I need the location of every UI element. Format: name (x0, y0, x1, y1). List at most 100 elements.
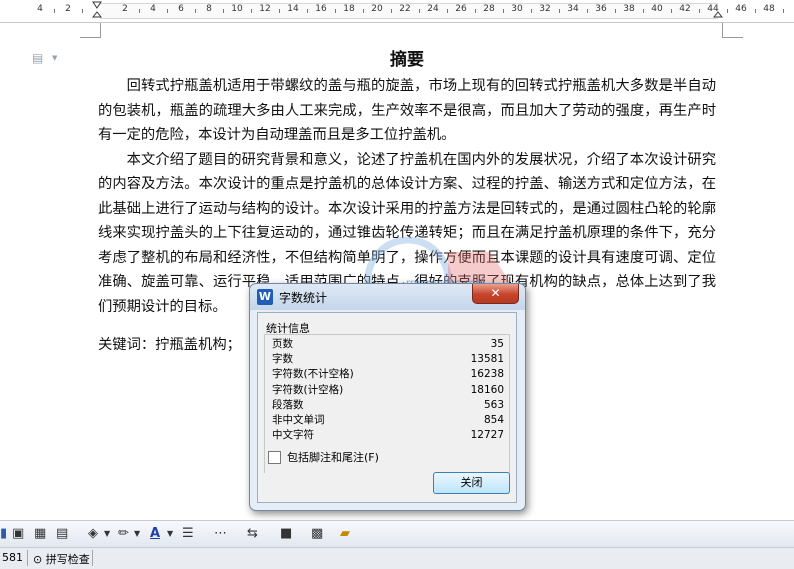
ruler-tick (727, 9, 728, 13)
stat-value: 16238 (470, 368, 504, 381)
stat-value: 18160 (470, 383, 504, 396)
stat-value: 13581 (470, 353, 504, 366)
picture-icon[interactable]: ▮ (0, 525, 7, 543)
ruler-tick (223, 9, 224, 13)
ruler-tick (251, 9, 252, 13)
stat-row: 字符数(计空格) 18160 (272, 383, 504, 398)
stat-value: 854 (483, 413, 504, 426)
word-count-status[interactable]: 581 (2, 551, 23, 564)
stat-row: 中文字符 12727 (272, 428, 504, 443)
ruler-number: 2 (65, 4, 71, 14)
ruler-number: 18 (343, 4, 355, 14)
ruler-tick (587, 9, 588, 13)
ruler-number: 34 (567, 4, 579, 14)
stat-value: 12727 (470, 429, 504, 442)
ruler-number: 48 (763, 4, 775, 14)
shadow-icon[interactable]: ■ (280, 525, 292, 543)
ruler-tick (279, 9, 280, 13)
chevron-down-icon[interactable]: ▼ (167, 525, 173, 543)
ruler-tick (531, 9, 532, 13)
3d-icon[interactable]: ▩ (311, 525, 323, 543)
ruler-tick (615, 9, 616, 13)
stats-list: 页数 35 字数 13581 字符数(不计空格) 16238 字符数(计空格) 1816… (272, 337, 504, 443)
ruler-number: 2 (122, 4, 128, 14)
status-bar: 581 ⊙ 拼写检查 (0, 547, 794, 569)
ruler-tick (559, 9, 560, 13)
chevron-down-icon[interactable]: ▼ (52, 54, 57, 62)
ruler-tick (307, 9, 308, 13)
include-footnotes-checkbox[interactable] (268, 450, 281, 464)
ruler-number: 42 (679, 4, 691, 14)
stat-label: 页数 (272, 338, 293, 350)
ruler-tick (82, 9, 83, 13)
ruler-tick (699, 9, 700, 13)
horizontal-ruler[interactable]: 4 2 2 4 6 8 10 12 14 16 18 20 22 24 26 28 30 32 34 36 38 40 42… (0, 0, 794, 23)
ruler-number: 36 (595, 4, 607, 14)
stat-label: 字数 (272, 353, 293, 366)
ruler-number: 30 (511, 4, 523, 14)
include-footnotes-option[interactable]: 包括脚注和尾注(F) (268, 449, 379, 465)
chevron-down-icon[interactable]: ▼ (134, 525, 140, 543)
dialog-titlebar[interactable]: W 字数统计 ✕ (250, 284, 525, 310)
ruler-tick (195, 9, 196, 13)
stat-value: 563 (483, 398, 504, 411)
ruler-tick (475, 9, 476, 13)
line-color-icon[interactable]: ✏ (118, 525, 129, 543)
ruler-number: 22 (399, 4, 411, 14)
close-button[interactable]: 关闭 (433, 472, 510, 494)
ruler-number: 10 (231, 4, 243, 14)
ruler-tick (167, 9, 168, 13)
right-indent-marker[interactable] (713, 1, 723, 20)
include-footnotes-label: 包括脚注和尾注(F) (287, 451, 379, 464)
ruler-number: 12 (259, 4, 271, 14)
ruler-number: 16 (315, 4, 327, 14)
ruler-number: 6 (178, 4, 184, 14)
ruler-tick (503, 9, 504, 13)
margin-corner-left (80, 23, 101, 38)
select-objects-icon[interactable]: ▰ (340, 525, 350, 543)
close-icon[interactable]: ✕ (472, 284, 519, 304)
divider (27, 550, 28, 566)
wps-app-icon: W (257, 289, 273, 305)
ruler-number: 26 (455, 4, 467, 14)
abstract-paragraph-1: 回转式拧瓶盖机适用于带螺纹的盖与瓶的旋盖，市场上现有的回转式拧瓶盖机大多数是半自… (98, 78, 716, 143)
ruler-number: 40 (651, 4, 663, 14)
insert-image-icon[interactable]: ▣ (12, 525, 24, 543)
textbox-icon[interactable]: ▤ (56, 525, 68, 543)
stat-label: 段落数 (272, 398, 304, 411)
arrow-style-icon[interactable]: ⇆ (247, 525, 258, 543)
font-color-icon[interactable]: A (150, 525, 160, 543)
dialog-body: 统计信息 页数 35 字数 13581 字符数(不计空格) 16238 字符数(计空格… (257, 312, 517, 503)
ruler-number: 46 (735, 4, 747, 14)
fill-color-icon[interactable]: ◈ (88, 525, 98, 543)
chevron-down-icon[interactable]: ▼ (104, 525, 110, 543)
ruler-tick (671, 9, 672, 13)
image-landscape-icon[interactable]: ▦ (34, 525, 46, 543)
ruler-tick (363, 9, 364, 13)
first-line-indent-marker[interactable] (92, 1, 102, 20)
ruler-tick (447, 9, 448, 13)
ruler-tick (54, 9, 55, 13)
ruler-number: 14 (287, 4, 299, 14)
spell-check-status[interactable]: ⊙ 拼写检查 (33, 551, 90, 567)
ruler-tick (139, 9, 140, 13)
page-title: 摘要 (390, 50, 424, 70)
ruler-number: 28 (483, 4, 495, 14)
dialog-title: 字数统计 (279, 291, 328, 305)
ruler-number: 20 (371, 4, 383, 14)
line-style-icon[interactable]: ☰ (182, 525, 194, 543)
stat-row: 段落数 563 (272, 398, 504, 413)
stat-row: 字符数(不计空格) 16238 (272, 367, 504, 382)
dash-style-icon[interactable]: ⋯ (214, 525, 227, 543)
ruler-number: 4 (37, 4, 43, 14)
stat-label: 字符数(不计空格) (272, 368, 354, 381)
spell-check-label: 拼写检查 (45, 553, 90, 566)
divider (92, 550, 93, 566)
ruler-tick (391, 9, 392, 13)
ruler-number: 4 (150, 4, 156, 14)
stat-row: 页数 35 (272, 337, 504, 352)
ruler-number: 8 (206, 4, 212, 14)
ruler-number: 38 (623, 4, 635, 14)
document-icon[interactable]: ▤ (32, 51, 43, 65)
stat-value: 35 (490, 338, 504, 350)
